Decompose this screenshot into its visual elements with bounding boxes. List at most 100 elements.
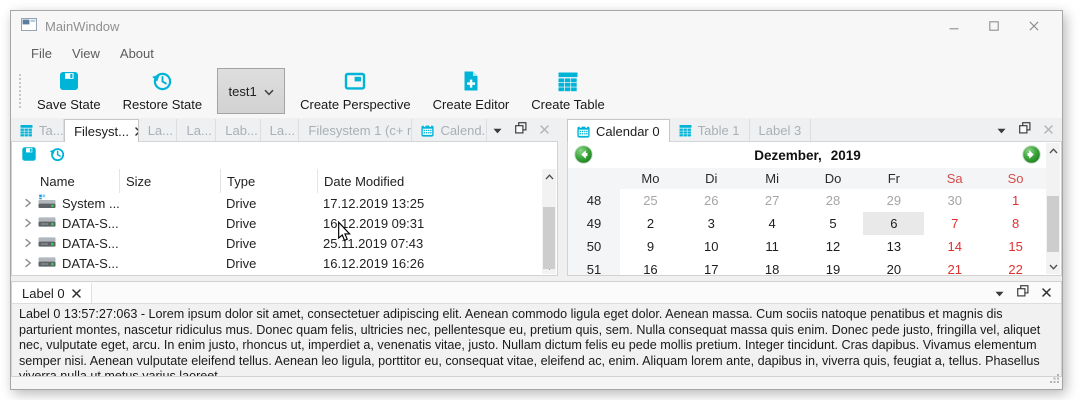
tab-menu-icon[interactable] <box>493 122 502 137</box>
filesystem-scrollbar[interactable] <box>542 169 556 274</box>
calendar-day[interactable]: 14 <box>924 235 985 258</box>
calendar-day[interactable]: 18 <box>742 258 803 276</box>
column-header-name[interactable]: Name <box>12 174 119 189</box>
undock-icon[interactable] <box>515 122 527 137</box>
calendar-day[interactable]: 8 <box>985 212 1046 235</box>
scrollbar-thumb[interactable] <box>543 207 555 269</box>
calendar-day[interactable]: 5 <box>803 212 864 235</box>
minimize-button[interactable] <box>934 13 974 39</box>
calendar-day[interactable]: 1 <box>985 189 1046 212</box>
undock-icon[interactable] <box>1017 285 1029 300</box>
scrollbar-track[interactable] <box>1046 158 1060 259</box>
tab-close-icon[interactable] <box>72 286 81 301</box>
close-dock-icon[interactable] <box>1044 122 1053 137</box>
prev-month-button[interactable] <box>574 145 593 167</box>
calendar-day[interactable]: 26 <box>681 189 742 212</box>
title-bar[interactable]: MainWindow <box>11 11 1062 41</box>
table-header-row[interactable]: NameSizeTypeDate Modified <box>12 169 542 193</box>
calendar-day[interactable]: 25 <box>620 189 681 212</box>
tab-menu-icon[interactable] <box>997 122 1006 137</box>
calendar-title[interactable]: Dezember, 2019 <box>593 148 1022 163</box>
perspective-combobox[interactable]: test1 <box>217 68 285 114</box>
calendar-day[interactable]: 2 <box>620 212 681 235</box>
scroll-up-icon[interactable] <box>542 169 556 184</box>
scrollbar-track[interactable] <box>542 184 556 259</box>
tab-label-0[interactable]: Label 0 <box>12 283 92 303</box>
history-icon[interactable] <box>49 146 65 165</box>
scrollbar-thumb[interactable] <box>1047 196 1059 252</box>
create-perspective-button[interactable]: Create Perspective <box>289 67 422 115</box>
left-tab-5[interactable]: La... <box>261 119 300 141</box>
year-label[interactable]: 2019 <box>831 148 861 163</box>
calendar-day[interactable]: 30 <box>924 189 985 212</box>
calendar-day[interactable]: 3 <box>681 212 742 235</box>
calendar-day[interactable]: 20 <box>863 258 924 276</box>
table-row[interactable]: System ...Drive17.12.2019 13:25 <box>12 193 542 213</box>
scroll-up-icon[interactable] <box>1046 143 1060 158</box>
calendar-day[interactable]: 17 <box>681 258 742 276</box>
column-header-date-modified[interactable]: Date Modified <box>317 169 542 193</box>
next-month-button[interactable] <box>1022 145 1041 167</box>
calendar-day[interactable]: 29 <box>863 189 924 212</box>
calendar-day[interactable]: 19 <box>803 258 864 276</box>
menu-item-about[interactable]: About <box>110 43 164 64</box>
expander-icon[interactable] <box>24 256 32 271</box>
month-label[interactable]: Dezember, <box>754 148 822 163</box>
calendar-day[interactable]: 15 <box>985 235 1046 258</box>
calendar-day[interactable]: 7 <box>924 212 985 235</box>
calendar-day[interactable]: 16 <box>620 258 681 276</box>
calendar-day[interactable]: 22 <box>985 258 1046 276</box>
calendar-scrollbar[interactable] <box>1046 143 1060 274</box>
create-editor-button[interactable]: Create Editor <box>422 67 521 115</box>
close-dock-icon[interactable] <box>540 122 549 137</box>
menu-item-file[interactable]: File <box>21 43 62 64</box>
calendar-day[interactable]: 27 <box>742 189 803 212</box>
left-tab-1[interactable]: Filesyst... <box>64 119 139 142</box>
table-row[interactable]: DATA-S...Drive16.12.2019 16:26 <box>12 253 542 273</box>
label-dock-panel: Label 0 Label 0 13:57:27:063 - Lorem ips… <box>11 281 1062 377</box>
maximize-button[interactable] <box>974 13 1014 39</box>
menu-item-view[interactable]: View <box>62 43 110 64</box>
right-tab-0[interactable]: Calendar 0 <box>567 119 670 142</box>
undock-icon[interactable] <box>1019 122 1031 137</box>
left-tab-2[interactable]: La... <box>139 119 178 141</box>
expander-icon[interactable] <box>24 236 32 251</box>
save-icon[interactable] <box>21 146 37 165</box>
calendar-day[interactable]: 12 <box>803 235 864 258</box>
left-tab-3[interactable]: La... <box>177 119 216 141</box>
vertical-splitter[interactable] <box>558 118 567 276</box>
close-dock-icon[interactable] <box>1042 285 1051 300</box>
left-tab-7[interactable]: Calend... <box>412 119 487 141</box>
calendar-day[interactable]: 9 <box>620 235 681 258</box>
table-row[interactable]: DATA-S...Drive25.11.2019 07:43 <box>12 233 542 253</box>
column-header-type[interactable]: Type <box>220 169 317 193</box>
create-table-button[interactable]: Create Table <box>520 67 615 115</box>
left-tab-6[interactable]: Filesystem 1 (c+ m... <box>299 119 412 141</box>
calendar-day[interactable]: 10 <box>681 235 742 258</box>
toolbar-drag-handle[interactable] <box>17 72 22 110</box>
close-button[interactable] <box>1014 13 1054 39</box>
restore-state-button[interactable]: Restore State <box>112 67 214 115</box>
right-tab-1[interactable]: Table 1 <box>670 119 750 141</box>
calendar-day[interactable]: 28 <box>803 189 864 212</box>
calendar-day[interactable]: 11 <box>742 235 803 258</box>
expander-icon[interactable] <box>24 216 32 231</box>
right-tab-2[interactable]: Label 3 <box>750 119 812 141</box>
tab-menu-icon[interactable] <box>995 285 1004 300</box>
calendar-day[interactable]: 4 <box>742 212 803 235</box>
calendar-day[interactable]: 21 <box>924 258 985 276</box>
resize-grip[interactable] <box>1049 372 1060 387</box>
calendar-day[interactable]: 13 <box>863 235 924 258</box>
name-cell: DATA-S... <box>12 234 119 252</box>
filesystem-toolbar <box>12 142 557 168</box>
table-row[interactable]: DATA-S...Drive16.12.2019 09:31 <box>12 213 542 233</box>
left-tab-0[interactable]: Ta... <box>11 119 64 141</box>
column-header-size[interactable]: Size <box>119 169 220 193</box>
calendar-day-selected[interactable]: 6 <box>863 212 924 235</box>
save-state-button[interactable]: Save State <box>26 67 112 115</box>
scroll-down-icon[interactable] <box>1046 259 1060 274</box>
table-icon <box>20 124 33 137</box>
document-add-icon <box>460 70 482 95</box>
expander-icon[interactable] <box>24 196 32 211</box>
left-tab-4[interactable]: Lab... <box>216 119 260 141</box>
